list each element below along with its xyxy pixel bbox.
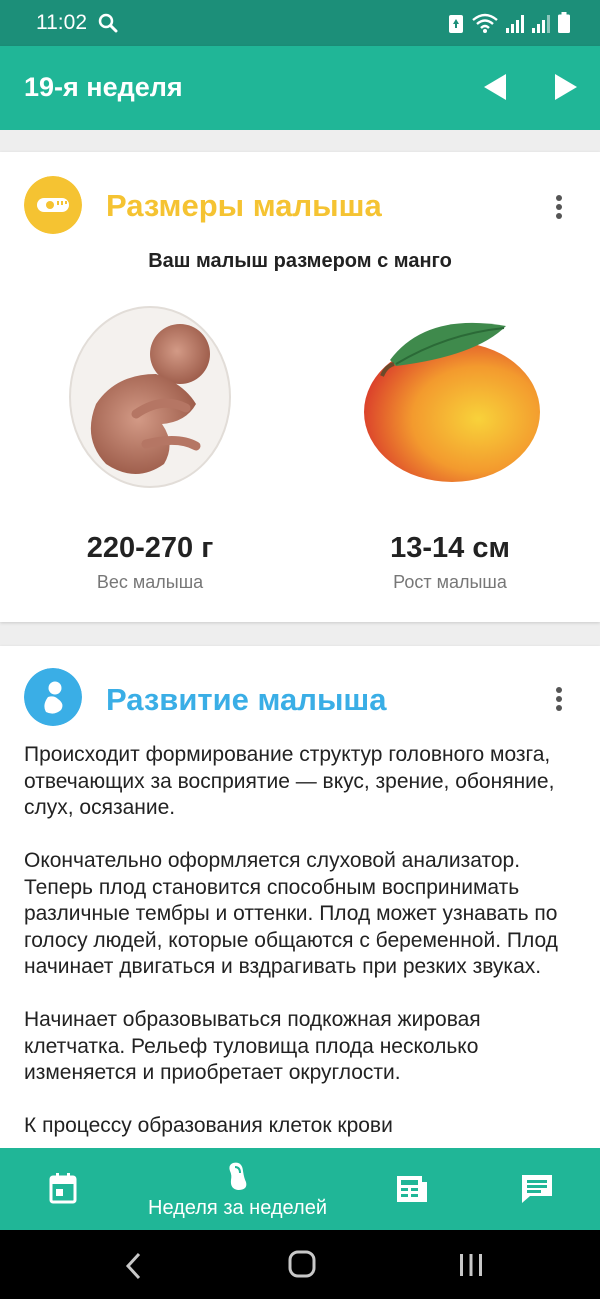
baby-weight-value: 220-270 г — [86, 532, 214, 564]
size-comparison-subtitle: Ваш малыш размером с манго — [148, 250, 452, 272]
paragraph: Начинает образовываться подкожная жирова… — [24, 1008, 481, 1084]
baby-height-label: Рост малыша — [393, 572, 507, 592]
signal-icon — [506, 15, 524, 33]
status-bar: 11:02 — [0, 0, 600, 46]
development-text: Происходит формирование структур головно… — [24, 742, 580, 1148]
newspaper-icon — [397, 1176, 427, 1202]
chevron-left-icon[interactable] — [482, 72, 508, 102]
size-card-title: Размеры малыша — [106, 188, 382, 223]
calendar-icon — [49, 1173, 77, 1204]
nav-calendar[interactable] — [0, 1148, 125, 1230]
measuring-tape-icon — [24, 176, 82, 234]
fetus-image — [69, 306, 231, 488]
paragraph: Происходит формирование структур головно… — [24, 743, 555, 819]
status-time: 11:02 — [36, 11, 87, 34]
saver-icon — [449, 15, 463, 33]
page-title: 19-я неделя — [24, 72, 183, 102]
foot-icon — [229, 1162, 247, 1190]
development-card-title: Развитие малыша — [106, 682, 387, 717]
chevron-right-icon[interactable] — [553, 72, 579, 102]
nav-chat[interactable] — [475, 1148, 600, 1230]
nav-week-by-week-label: Неделя за неделей — [148, 1197, 327, 1219]
app-bar: 19-я неделя — [0, 46, 600, 130]
battery-icon — [558, 12, 570, 33]
back-icon[interactable] — [124, 1252, 144, 1280]
bottom-navigation: Неделя за неделей — [0, 1148, 600, 1230]
nav-articles[interactable] — [350, 1148, 475, 1230]
signal-icon — [532, 15, 550, 33]
status-icons — [448, 11, 570, 33]
system-navigation-bar — [0, 1230, 600, 1299]
development-card-menu-icon[interactable] — [548, 684, 570, 714]
mango-image — [364, 322, 540, 482]
size-card-menu-icon[interactable] — [548, 192, 570, 222]
recent-apps-icon[interactable] — [458, 1252, 484, 1278]
nav-week-by-week[interactable]: Неделя за неделей — [125, 1148, 350, 1230]
paragraph: К процессу образования клеток крови — [24, 1114, 393, 1137]
size-card: Размеры малыша Ваш малыш размером с манг… — [0, 152, 600, 622]
content-scroll[interactable]: Размеры малыша Ваш малыш размером с манг… — [0, 130, 600, 1148]
home-icon[interactable] — [288, 1250, 316, 1278]
baby-weight-label: Вес малыша — [96, 572, 204, 592]
wifi-icon — [472, 13, 498, 33]
development-card: Развитие малыша Происходит формирование … — [0, 646, 600, 1148]
search-icon — [98, 13, 118, 33]
paragraph: Окончательно оформляется слуховой анализ… — [24, 849, 558, 978]
baby-icon — [24, 668, 82, 726]
baby-height-value: 13-14 см — [390, 532, 510, 564]
chat-icon — [522, 1175, 552, 1203]
